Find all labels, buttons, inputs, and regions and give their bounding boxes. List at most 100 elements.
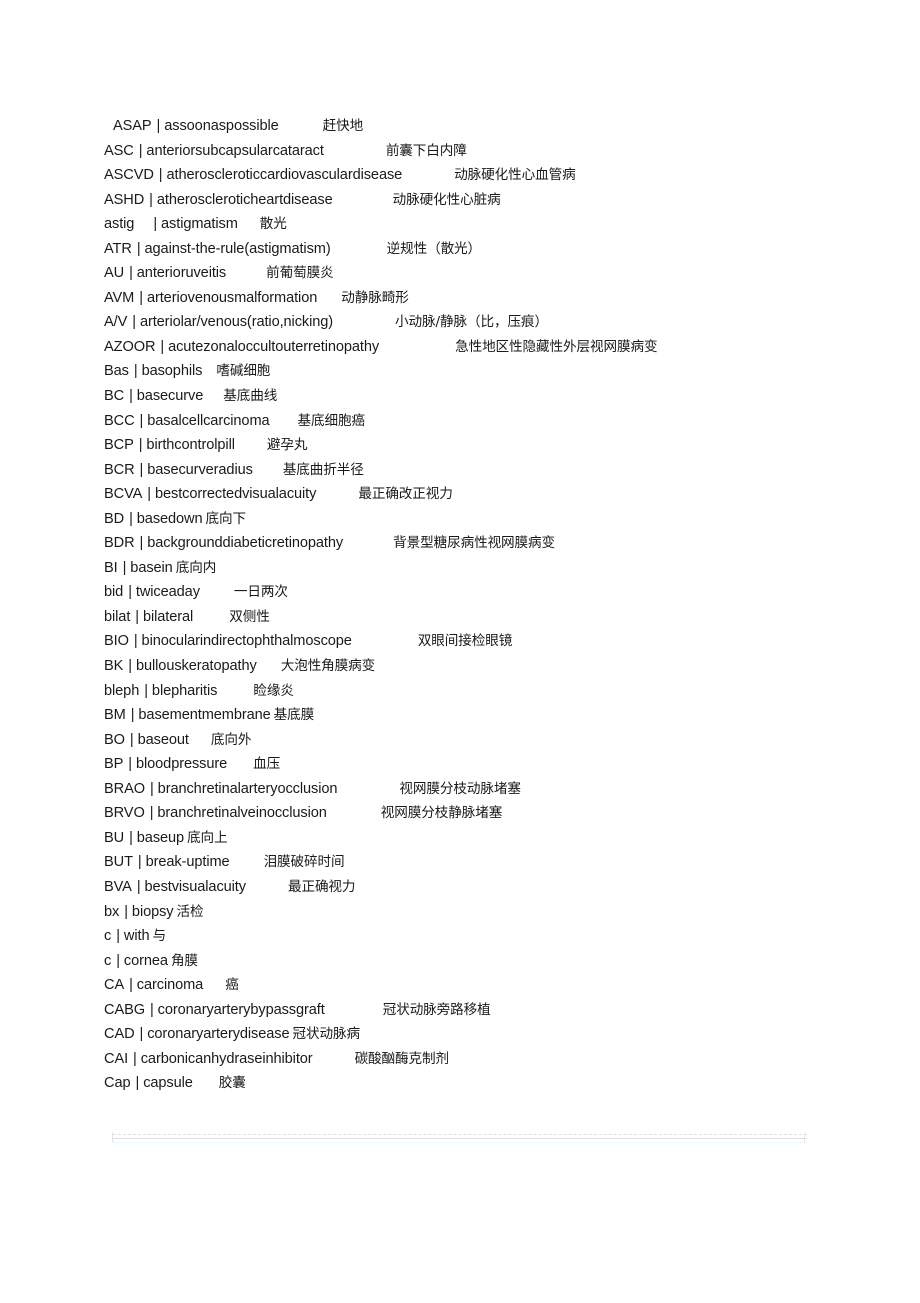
entry-abbreviation: BI: [104, 559, 118, 576]
entry-separator: |: [124, 903, 128, 920]
rule-line-solid-middle: [113, 1138, 807, 1139]
entry-separator: |: [149, 1001, 154, 1018]
entry-chinese-gloss: 底向外: [210, 731, 252, 748]
entry-chinese-gloss: 基底曲折半径: [282, 461, 364, 478]
glossary-entry: CABG | coronaryarterybypassgraft 冠状动脉旁路移植: [104, 998, 864, 1023]
glossary-entry: CA | carcinoma 癌: [104, 973, 864, 998]
abbreviation-glossary-list: ASAP | assoonaspossible 赶快地 ASC | anteriorsubc…: [104, 114, 864, 1096]
glossary-entry: bleph | blepharitis 睑缘炎: [104, 679, 864, 704]
entry-chinese-gloss: 冠状动脉旁路移植: [382, 1001, 491, 1018]
entry-chinese-gloss: 大泡性角膜病变: [280, 658, 376, 675]
entry-separator: |: [138, 437, 143, 454]
glossary-entry: bx | biopsy 活检: [104, 900, 864, 925]
entry-abbreviation: bid: [104, 584, 124, 601]
entry-english-term: blepharitis: [151, 682, 218, 699]
entry-abbreviation: ATR: [104, 240, 132, 257]
entry-abbreviation: BIO: [104, 633, 129, 650]
entry-abbreviation: AVM: [104, 289, 135, 306]
glossary-entry: AU | anterioruveitis 前葡萄膜炎: [104, 261, 864, 286]
glossary-entry: Bas | basophils 嗜碱细胞: [104, 359, 864, 384]
entry-english-term: branchretinalveinocclusion: [157, 805, 327, 822]
rule-line-dashed-top: [113, 1134, 807, 1135]
entry-abbreviation: bleph: [104, 682, 140, 699]
entry-chinese-gloss: 背景型糖尿病性视网膜病变: [393, 535, 556, 552]
entry-english-term: assoonaspossible: [164, 118, 279, 134]
glossary-entry: BI | basein 底向内: [104, 556, 864, 581]
entry-abbreviation: BD: [104, 510, 125, 527]
glossary-entry: bilat | bilateral 双侧性: [104, 605, 864, 630]
glossary-entry: AZOOR | acutezonaloccultouterretinopathy 急性…: [104, 335, 864, 360]
document-page: ASAP | assoonaspossible 赶快地 ASC | anteriorsubc…: [0, 0, 920, 1303]
entry-abbreviation: BU: [104, 829, 125, 846]
entry-abbreviation: BC: [104, 388, 125, 405]
entry-english-term: birthcontrolpill: [146, 437, 235, 454]
entry-abbreviation: BUT: [104, 854, 133, 871]
entry-separator: |: [139, 1026, 144, 1043]
entry-chinese-gloss: 避孕丸: [266, 437, 308, 454]
decorative-horizontal-rule: [112, 1132, 808, 1146]
entry-chinese-gloss: 最正确视力: [287, 878, 356, 895]
entry-english-term: cornea: [123, 952, 168, 969]
entry-english-term: bullouskeratopathy: [135, 658, 257, 675]
entry-chinese-gloss: 基底膜: [273, 707, 315, 724]
entry-chinese-gloss: 底向上: [187, 829, 228, 846]
entry-abbreviation: BCC: [104, 412, 135, 429]
entry-separator: |: [129, 388, 133, 405]
rule-line-dotted-bottom: [113, 1142, 807, 1143]
entry-abbreviation: BK: [104, 658, 124, 675]
entry-chinese-gloss: 嗜碱细胞: [216, 363, 271, 380]
entry-english-term: bestvisualacuity: [144, 878, 247, 895]
entry-english-term: basecurveradius: [147, 461, 253, 478]
entry-abbreviation: CA: [104, 977, 125, 994]
glossary-entry: BU | baseup 底向上: [104, 826, 864, 851]
entry-english-term: atheroscleroticcardiovasculardisease: [166, 167, 403, 184]
entry-chinese-gloss: 冠状动脉病: [292, 1026, 361, 1043]
glossary-entry: CAD | coronaryarterydisease 冠状动脉病: [104, 1022, 864, 1047]
entry-chinese-gloss: 视网膜分枝动脉堵塞: [399, 780, 521, 797]
glossary-entry: A/V | arteriolar/venous(ratio,nicking) 小动脉/…: [104, 310, 864, 335]
entry-abbreviation: ASHD: [104, 191, 145, 208]
glossary-entry: BM | basementmembrane 基底膜: [104, 703, 864, 728]
glossary-entry: BO | baseout 底向外: [104, 728, 864, 753]
entry-english-term: baseout: [137, 731, 189, 748]
entry-english-term: coronaryarterybypassgraft: [157, 1001, 325, 1018]
entry-abbreviation: CAD: [104, 1026, 135, 1043]
entry-english-term: coronaryarterydisease: [147, 1026, 290, 1043]
entry-separator: |: [136, 878, 141, 895]
glossary-entry: BDR | backgrounddiabeticretinopathy 背景型糖尿病性…: [104, 531, 864, 556]
entry-separator: |: [144, 682, 148, 699]
glossary-entry: ATR | against-the-rule(astigmatism) 逆规性（散光）: [104, 237, 864, 262]
glossary-entry: BVA | bestvisualacuity 最正确视力: [104, 875, 864, 900]
entry-separator: |: [129, 510, 133, 527]
glossary-entry: BRVO | branchretinalveinocclusion 视网膜分枝静脉堵塞: [104, 801, 864, 826]
entry-english-term: basophils: [141, 363, 203, 380]
entry-english-term: biopsy: [131, 903, 174, 920]
entry-english-term: basecurve: [136, 388, 204, 405]
entry-separator: |: [128, 584, 132, 601]
glossary-entry: BUT | break-uptime 泪膜破碎时间: [104, 850, 864, 875]
entry-chinese-gloss: 双眼间接检眼镜: [417, 633, 513, 650]
entry-separator: |: [149, 805, 154, 822]
entry-english-term: with: [123, 928, 150, 945]
entry-english-term: arteriovenousmalformation: [146, 289, 318, 306]
entry-chinese-gloss: 动脉硬化性心脏病: [392, 191, 501, 208]
entry-separator: |: [116, 952, 120, 969]
entry-abbreviation: ASAP: [113, 118, 152, 134]
entry-separator: |: [156, 118, 161, 134]
entry-separator: |: [139, 461, 144, 478]
glossary-entry: BCVA | bestcorrectedvisualacuity 最正确改正视力: [104, 482, 864, 507]
rule-end-cap-right: [804, 1132, 808, 1142]
entry-abbreviation: bilat: [104, 608, 131, 625]
entry-abbreviation: A/V: [104, 314, 128, 331]
entry-english-term: against-the-rule(astigmatism): [144, 240, 331, 257]
entry-abbreviation: Bas: [104, 363, 129, 380]
entry-abbreviation: BDR: [104, 535, 135, 552]
entry-chinese-gloss: 底向内: [175, 559, 217, 576]
entry-abbreviation: bx: [104, 903, 120, 920]
entry-separator: |: [129, 829, 133, 846]
entry-english-term: bestcorrectedvisualacuity: [154, 486, 317, 503]
entry-chinese-gloss: 睑缘炎: [253, 682, 294, 699]
entry-chinese-gloss: 基底曲线: [223, 388, 278, 405]
glossary-entry: bid | twiceaday 一日两次: [104, 580, 864, 605]
glossary-entry: ASC | anteriorsubcapsularcataract 前囊下白内障: [104, 139, 864, 164]
